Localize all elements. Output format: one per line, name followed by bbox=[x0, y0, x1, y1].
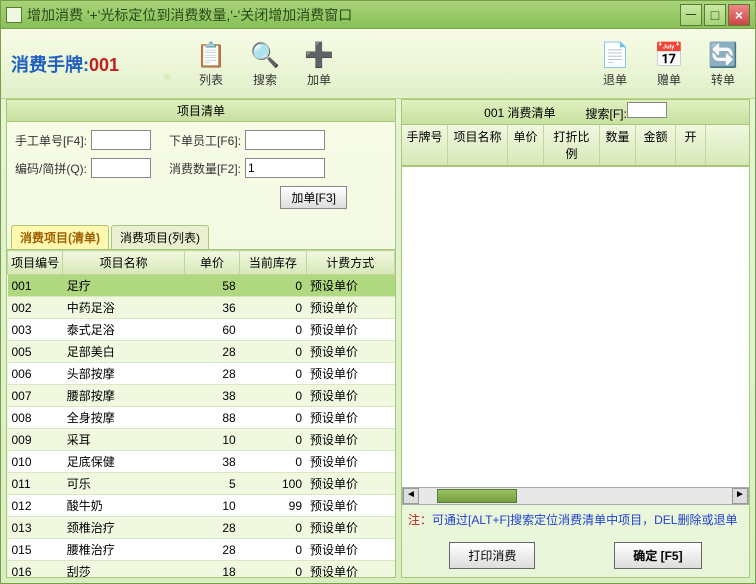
col-header[interactable]: 计费方式 bbox=[306, 251, 394, 275]
list-button[interactable]: 📋列表 bbox=[189, 37, 233, 90]
transfer-order-button-icon: 🔄 bbox=[707, 39, 739, 71]
col-header[interactable]: 项目名称 bbox=[448, 125, 508, 165]
code-label: 编码/简拼(Q): bbox=[15, 160, 87, 177]
table-row[interactable]: 013颈椎治疗280预设单价 bbox=[8, 517, 395, 539]
horizontal-scrollbar[interactable]: ◄ ► bbox=[402, 487, 749, 505]
add-order-form-button[interactable]: 加单[F3] bbox=[280, 186, 347, 209]
list-button-icon: 📋 bbox=[195, 39, 227, 71]
col-header[interactable]: 手牌号 bbox=[402, 125, 448, 165]
col-header[interactable]: 单价 bbox=[184, 251, 239, 275]
table-row[interactable]: 011可乐5100预设单价 bbox=[8, 473, 395, 495]
cancel-order-button[interactable]: 📄退单 bbox=[593, 37, 637, 90]
col-header[interactable]: 项目编号 bbox=[8, 251, 63, 275]
col-header[interactable]: 打折比例 bbox=[544, 125, 600, 165]
titlebar: 增加消费 '+'光标定位到消费数量,'-'关闭增加消费窗口 － □ × bbox=[1, 1, 755, 29]
item-grid[interactable]: 项目编号项目名称单价当前库存计费方式 001足疗580预设单价002中药足浴36… bbox=[7, 249, 395, 577]
minimize-button[interactable]: － bbox=[680, 4, 702, 26]
right-panel-title: 001 消费清单 搜索[F]: bbox=[402, 100, 749, 125]
col-header[interactable]: 当前库存 bbox=[240, 251, 306, 275]
transfer-order-button[interactable]: 🔄转单 bbox=[701, 37, 745, 90]
search-button[interactable]: 🔍搜索 bbox=[243, 37, 287, 90]
item-list-panel: 项目清单 手工单号[F4]: 下单员工[F6]: 编码/简拼(Q): 消费数量[… bbox=[6, 99, 396, 578]
col-header[interactable]: 单价 bbox=[508, 125, 544, 165]
code-input[interactable] bbox=[91, 158, 151, 178]
employee-input[interactable] bbox=[245, 130, 325, 150]
maximize-button[interactable]: □ bbox=[704, 4, 726, 26]
table-row[interactable]: 009采耳100预设单价 bbox=[8, 429, 395, 451]
table-row[interactable]: 015腰椎治疗280预设单价 bbox=[8, 539, 395, 561]
col-header[interactable]: 项目名称 bbox=[63, 251, 185, 275]
manual-order-label: 手工单号[F4]: bbox=[15, 132, 87, 149]
search-button-icon: 🔍 bbox=[249, 39, 281, 71]
toolbar: 消费手牌:001 📋列表🔍搜索➕加单 📄退单📅赠单🔄转单 bbox=[1, 29, 755, 99]
scroll-thumb[interactable] bbox=[437, 489, 517, 503]
scroll-right-icon[interactable]: ► bbox=[732, 488, 748, 504]
qty-input[interactable] bbox=[245, 158, 325, 178]
table-row[interactable]: 008全身按摩880预设单价 bbox=[8, 407, 395, 429]
print-button[interactable]: 打印消费 bbox=[449, 542, 535, 569]
col-header[interactable]: 开 bbox=[676, 125, 706, 165]
app-icon bbox=[6, 7, 22, 23]
window-title: 增加消费 '+'光标定位到消费数量,'-'关闭增加消费窗口 bbox=[27, 5, 680, 25]
tag-label: 消费手牌:001 bbox=[11, 51, 119, 77]
gift-order-button-icon: 📅 bbox=[653, 39, 685, 71]
table-row[interactable]: 006头部按摩280预设单价 bbox=[8, 363, 395, 385]
close-button[interactable]: × bbox=[728, 4, 750, 26]
manual-order-input[interactable] bbox=[91, 130, 151, 150]
table-row[interactable]: 001足疗580预设单价 bbox=[8, 275, 395, 297]
col-header[interactable]: 数量 bbox=[600, 125, 636, 165]
left-panel-title: 项目清单 bbox=[7, 100, 395, 122]
confirm-button[interactable]: 确定 [F5] bbox=[614, 542, 701, 569]
add-order-button-icon: ➕ bbox=[303, 39, 335, 71]
col-header[interactable]: 金额 bbox=[636, 125, 676, 165]
cancel-order-button-icon: 📄 bbox=[599, 39, 631, 71]
table-row[interactable]: 002中药足浴360预设单价 bbox=[8, 297, 395, 319]
employee-label: 下单员工[F6]: bbox=[169, 132, 241, 149]
right-grid-header: 手牌号项目名称单价打折比例数量金额开 bbox=[402, 125, 749, 166]
table-row[interactable]: 016刮莎180预设单价 bbox=[8, 561, 395, 578]
qty-label: 消费数量[F2]: bbox=[169, 160, 241, 177]
table-row[interactable]: 007腰部按摩380预设单价 bbox=[8, 385, 395, 407]
hint-text: 注：可通过[ALT+F]搜索定位消费清单中项目，DEL删除或退单 bbox=[402, 505, 749, 534]
table-row[interactable]: 012酸牛奶1099预设单价 bbox=[8, 495, 395, 517]
consumption-grid[interactable] bbox=[402, 166, 749, 487]
add-order-button[interactable]: ➕加单 bbox=[297, 37, 341, 90]
gift-order-button[interactable]: 📅赠单 bbox=[647, 37, 691, 90]
tab-消费项目(列表)[interactable]: 消费项目(列表) bbox=[111, 225, 209, 249]
table-row[interactable]: 005足部美白280预设单价 bbox=[8, 341, 395, 363]
scroll-left-icon[interactable]: ◄ bbox=[403, 488, 419, 504]
tab-消费项目(清单)[interactable]: 消费项目(清单) bbox=[11, 225, 109, 249]
table-row[interactable]: 010足底保健380预设单价 bbox=[8, 451, 395, 473]
search-input[interactable] bbox=[627, 102, 667, 118]
app-window: 增加消费 '+'光标定位到消费数量,'-'关闭增加消费窗口 － □ × 消费手牌… bbox=[0, 0, 756, 584]
table-row[interactable]: 003泰式足浴600预设单价 bbox=[8, 319, 395, 341]
consumption-panel: 001 消费清单 搜索[F]: 手牌号项目名称单价打折比例数量金额开 ◄ ► 注… bbox=[401, 99, 750, 578]
